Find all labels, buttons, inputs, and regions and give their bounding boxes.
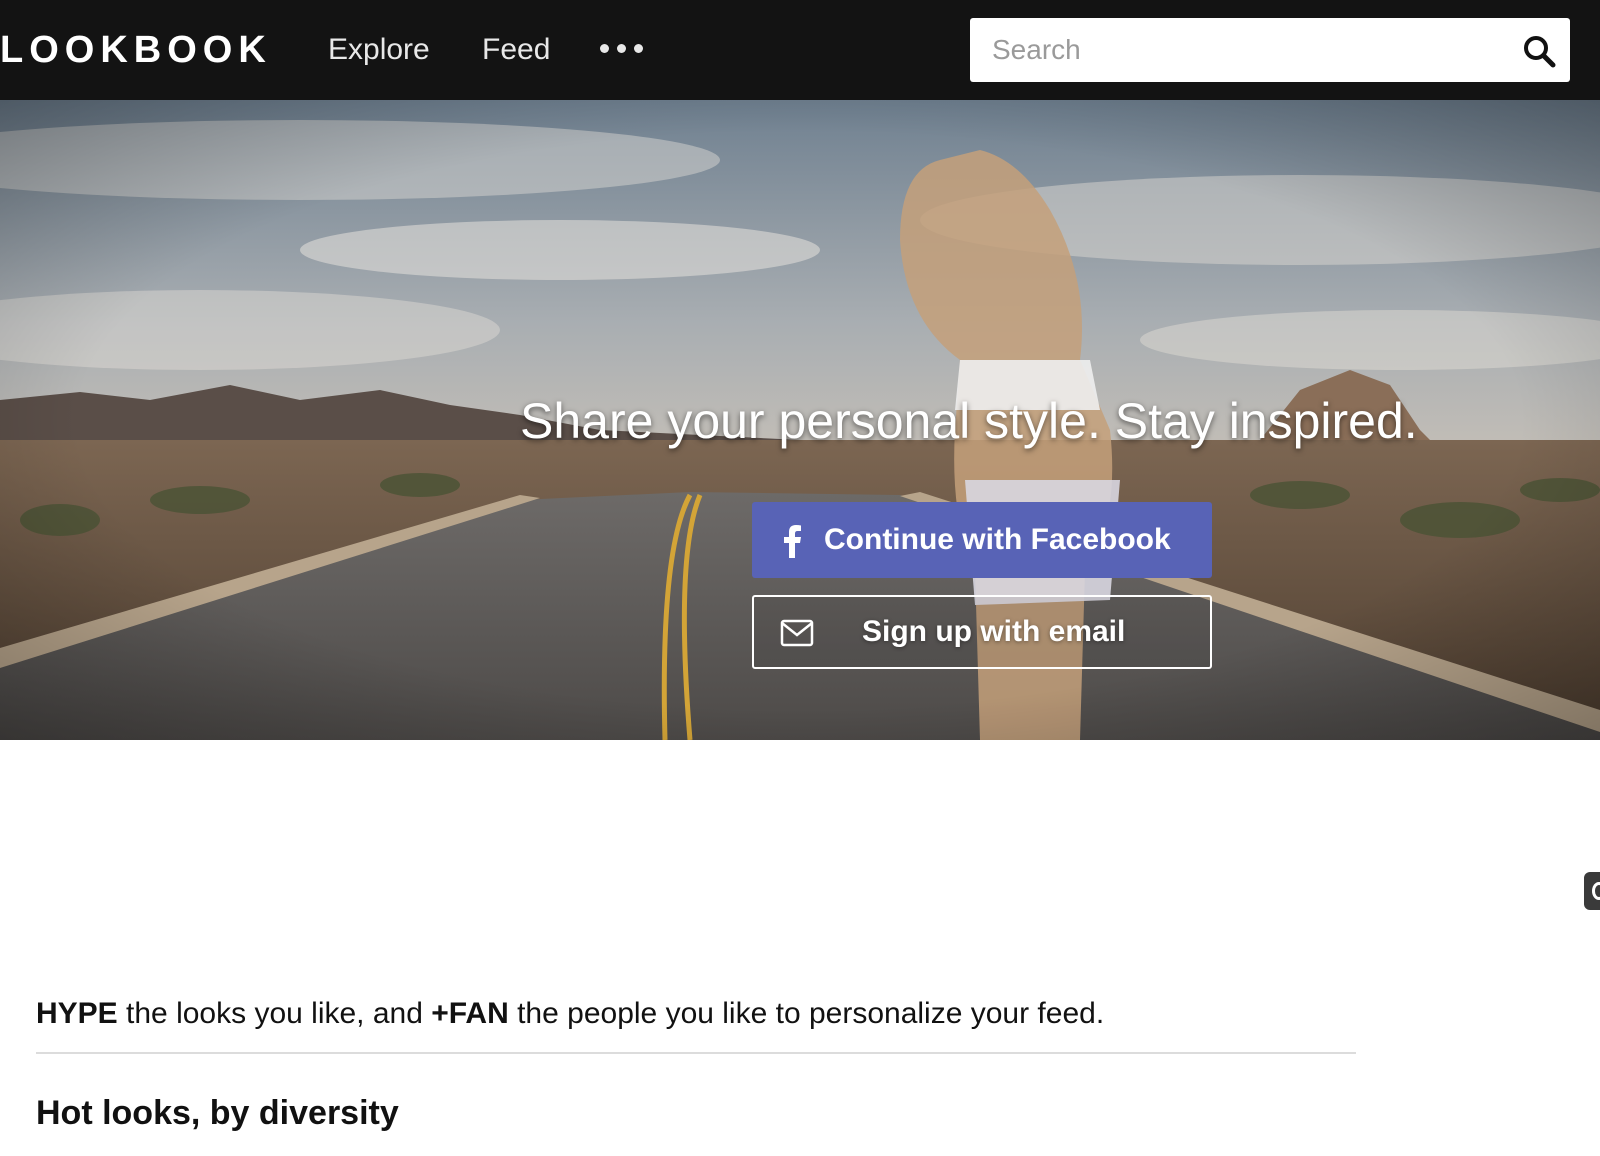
side-widget-icon[interactable]: [1584, 872, 1600, 910]
top-nav-bar: LOOKBOOK Explore Feed: [0, 0, 1600, 100]
facebook-button-label: Continue with Facebook: [824, 523, 1171, 556]
hero-title: Share your personal style. Stay inspired…: [520, 393, 1418, 449]
hype-keyword: HYPE: [36, 997, 118, 1030]
mail-icon: [780, 619, 814, 647]
nav-explore-link[interactable]: Explore: [328, 28, 430, 72]
email-button-label: Sign up with email: [862, 615, 1126, 648]
intro-text-part-2: the people you like to personalize your …: [508, 997, 1105, 1030]
divider: [36, 1052, 1356, 1054]
intro-text-part-1: the looks you like, and: [117, 997, 432, 1030]
intro-text: HYPE the looks you like, and +FAN the pe…: [36, 994, 1104, 1034]
search-icon[interactable]: [1522, 34, 1556, 68]
more-dots-icon[interactable]: [600, 44, 644, 56]
hero-banner: Share your personal style. Stay inspired…: [0, 100, 1600, 740]
search-input[interactable]: [992, 18, 1492, 82]
section-title: Hot looks, by diversity: [36, 1094, 399, 1132]
nav-feed-link[interactable]: Feed: [482, 28, 550, 72]
facebook-icon: [784, 525, 801, 558]
search-box: [970, 18, 1570, 82]
sign-up-with-email-button[interactable]: Sign up with email: [752, 595, 1212, 669]
continue-with-facebook-button[interactable]: Continue with Facebook: [752, 502, 1212, 578]
fan-keyword: +FAN: [431, 997, 509, 1030]
lookbook-logo[interactable]: LOOKBOOK: [0, 26, 272, 74]
